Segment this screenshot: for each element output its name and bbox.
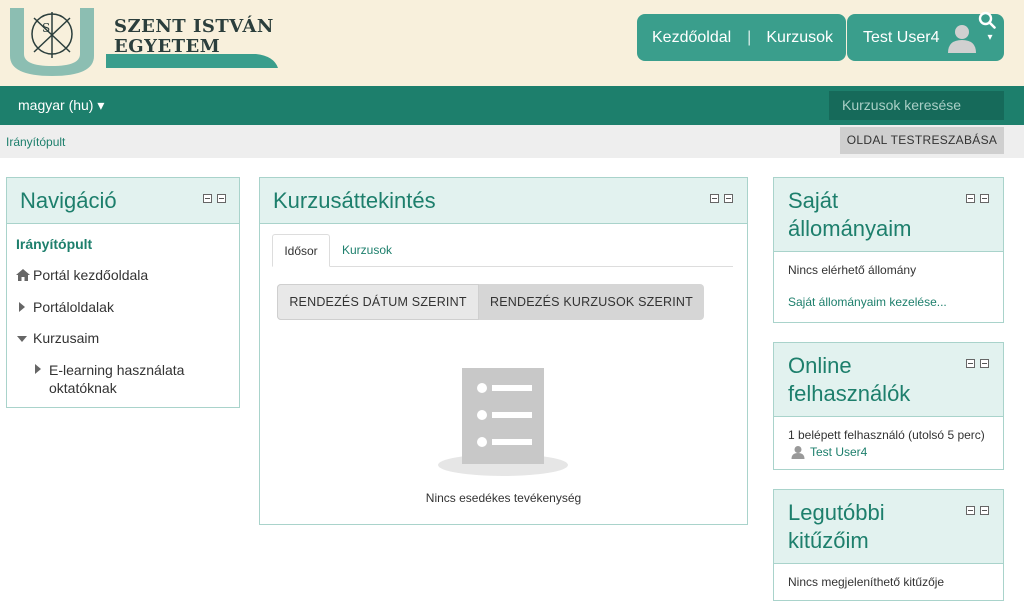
online-users-title-line2: felhasználók (788, 381, 911, 406)
sort-by-courses-button[interactable]: RENDEZÉS KURZUSOK SZERINT (479, 284, 704, 320)
university-logo[interactable]: S SZENT ISTVÁN EGYETEM (6, 6, 286, 78)
secondary-navbar: magyar (hu) ▾ Kurzusok keresése (0, 86, 1024, 125)
dock-block-icon[interactable] (980, 506, 989, 515)
logo-line-1: SZENT ISTVÁN (114, 16, 274, 37)
no-badges-text: Nincs megjeleníthető kitűzője (788, 575, 945, 589)
tab-timeline[interactable]: Idősor (272, 234, 330, 267)
collapse-arrow-icon[interactable] (17, 336, 27, 342)
user-name: Test User4 (863, 28, 940, 46)
user-avatar-icon (945, 21, 979, 55)
breadcrumb-dashboard[interactable]: Irányítópult (6, 135, 65, 149)
user-menu-caret-icon: ▾ (987, 32, 993, 43)
online-user-link[interactable]: Test User4 (810, 445, 867, 459)
manage-files-link[interactable]: Saját állományaim kezelése... (788, 295, 947, 309)
course-overview-header: Kurzusáttekintés (260, 178, 747, 224)
nav-course-elearning-line2[interactable]: oktatóknak (49, 380, 117, 396)
dock-block-icon[interactable] (980, 194, 989, 203)
overview-tabs: Idősor Kurzusok (272, 234, 733, 267)
nav-course-elearning-line1[interactable]: E-learning használata (49, 362, 184, 378)
no-files-text: Nincs elérhető állomány (788, 263, 917, 277)
course-search-input[interactable]: Kurzusok keresése (829, 91, 1004, 120)
nav-site-pages[interactable]: Portáloldalak (33, 299, 114, 315)
nav-dashboard[interactable]: Irányítópult (16, 236, 92, 252)
recent-badges-block: Legutóbbi kitűzőim Nincs megjeleníthető … (773, 489, 1004, 601)
language-selector[interactable]: magyar (hu) ▾ (18, 97, 104, 114)
nav-courses-link[interactable]: Kurzusok (751, 29, 833, 47)
recent-badges-title-line2: kitűzőim (788, 528, 869, 553)
private-files-block: Saját állományaim Nincs elérhető állomán… (773, 177, 1004, 323)
private-files-header: Saját állományaim (774, 178, 1003, 252)
online-users-summary: 1 belépett felhasználó (utolsó 5 perc) (788, 428, 985, 442)
course-overview-title: Kurzusáttekintés (273, 188, 436, 213)
collapse-block-icon[interactable] (710, 194, 719, 203)
sort-by-date-button[interactable]: RENDEZÉS DÁTUM SZERINT (277, 284, 479, 320)
navigation-block: Navigáció Irányítópult Portál kezdőoldal… (6, 177, 240, 408)
recent-badges-header: Legutóbbi kitűzőim (774, 490, 1003, 564)
expand-arrow-icon[interactable] (35, 364, 41, 374)
nav-my-courses[interactable]: Kurzusaim (33, 330, 99, 346)
collapse-block-icon[interactable] (966, 359, 975, 368)
sort-button-group: RENDEZÉS DÁTUM SZERINT RENDEZÉS KURZUSOK… (277, 284, 704, 320)
nav-site-home[interactable]: Portál kezdőoldala (33, 267, 148, 283)
tab-courses[interactable]: Kurzusok (342, 234, 392, 267)
course-overview-block: Kurzusáttekintés Idősor Kurzusok RENDEZÉ… (259, 177, 748, 525)
dock-block-icon[interactable] (980, 359, 989, 368)
empty-list-icon (438, 368, 568, 483)
dock-block-icon[interactable] (724, 194, 733, 203)
private-files-title-line2: állományaim (788, 216, 912, 241)
dock-block-icon[interactable] (217, 194, 226, 203)
expand-arrow-icon[interactable] (19, 302, 25, 312)
collapse-block-icon[interactable] (203, 194, 212, 203)
no-upcoming-activity-text: Nincs esedékes tevékenység (425, 491, 582, 505)
svg-text:S: S (42, 21, 50, 35)
page-header: S SZENT ISTVÁN EGYETEM Kezdőoldal | Kurz… (0, 0, 1024, 86)
nav-home-link[interactable]: Kezdőoldal (637, 29, 731, 47)
nav-separator: | (747, 28, 752, 46)
search-icon[interactable] (978, 11, 996, 29)
online-users-header: Online felhasználók (774, 343, 1003, 417)
logo-line-2: EGYETEM (114, 36, 221, 57)
user-icon (791, 445, 805, 464)
collapse-block-icon[interactable] (966, 506, 975, 515)
navigation-block-header: Navigáció (7, 178, 239, 224)
online-users-block: Online felhasználók 1 belépett felhaszná… (773, 342, 1004, 470)
top-nav: Kezdőoldal | Kurzusok (637, 14, 846, 61)
collapse-block-icon[interactable] (966, 194, 975, 203)
customize-page-button[interactable]: OLDAL TESTRESZABÁSA (840, 127, 1004, 154)
home-icon (15, 268, 31, 287)
